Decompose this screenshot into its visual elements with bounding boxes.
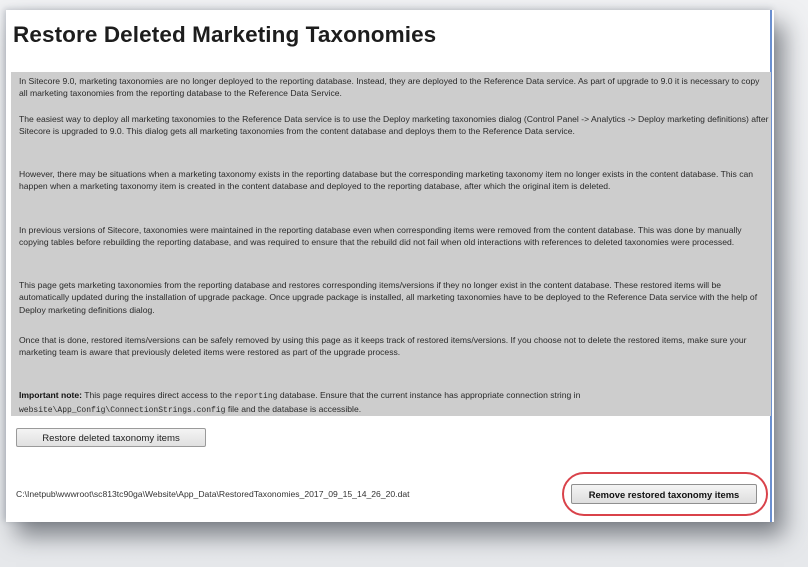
connection-strings-path: website\App_Config\ConnectionStrings.con… <box>19 406 226 416</box>
important-note-text-1: This page requires direct access to the <box>82 390 235 400</box>
paragraph-previous-versions: In previous versions of Sitecore, taxono… <box>19 225 742 248</box>
page-title: Restore Deleted Marketing Taxonomies <box>13 22 437 47</box>
important-note: Important note: This page requires direc… <box>19 389 769 418</box>
reporting-db-code: reporting <box>234 392 278 401</box>
paragraph-deploy-dialog: The easiest way to deploy all marketing … <box>19 114 769 137</box>
paragraph-intro: In Sitecore 9.0, marketing taxonomies ar… <box>19 76 760 99</box>
important-note-text-3: file and the database is accessible. <box>225 404 362 415</box>
restored-taxonomies-file-path: C:\Inetpub\wwwroot\sc813tc90ga\Website\A… <box>16 489 410 499</box>
paragraph-cleanup: Once that is done, restored items/versio… <box>19 335 747 358</box>
restore-deleted-taxonomy-button[interactable]: Restore deleted taxonomy items <box>16 428 206 447</box>
highlight-annotation-ring <box>562 472 768 516</box>
paragraph-orphan-taxonomies: However, there may be situations when a … <box>19 169 754 192</box>
important-note-text-2: database. Ensure that the current instan… <box>277 390 581 400</box>
paragraph-page-purpose: This page gets marketing taxonomies from… <box>19 280 758 315</box>
important-note-label: Important note: <box>19 390 83 400</box>
